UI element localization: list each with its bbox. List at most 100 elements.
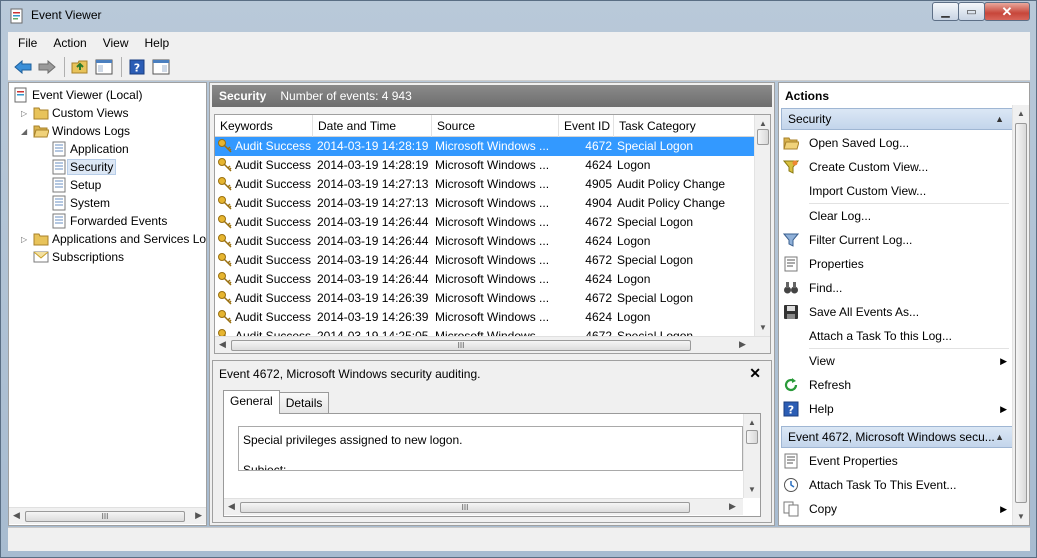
expander-icon[interactable]: ◢: [21, 127, 31, 136]
title-bar[interactable]: Event Viewer ▁ ▭ ✕: [1, 1, 1036, 31]
preview-close-icon[interactable]: ✕: [749, 365, 761, 382]
console-tree-icon: [95, 59, 113, 74]
action-event-properties[interactable]: Event Properties: [783, 450, 1011, 472]
table-row[interactable]: Audit Success 2014-03-19 14:26:39 Microsof…: [215, 308, 755, 327]
menu-view[interactable]: View: [95, 36, 137, 50]
tree-item-custom-views[interactable]: ▷ Custom Views: [21, 104, 128, 122]
action-save-all-events-as[interactable]: Save All Events As...: [783, 301, 1011, 323]
tree-item-forwarded-events[interactable]: Forwarded Events: [51, 212, 167, 230]
action-copy[interactable]: Copy ▶: [783, 498, 1011, 520]
description-horizontal-scrollbar[interactable]: ◀ III ▶: [224, 498, 743, 515]
grid-scroll-thumb[interactable]: [757, 129, 769, 145]
help-toolbar-button[interactable]: ?: [126, 56, 148, 78]
tree-root[interactable]: Event Viewer (Local): [13, 86, 143, 104]
tree-item-applications-and-services-lo[interactable]: ▷ Applications and Services Lo: [21, 230, 206, 248]
action-import-custom-view[interactable]: Import Custom View...: [783, 180, 1011, 202]
table-row[interactable]: Audit Success 2014-03-19 14:26:44 Microsof…: [215, 232, 755, 251]
expander-icon[interactable]: ▷: [21, 235, 31, 244]
table-row[interactable]: Audit Success 2014-03-19 14:27:13 Microsof…: [215, 175, 755, 194]
event-description[interactable]: Special privileges assigned to new logon…: [238, 426, 743, 471]
collapse-icon[interactable]: ▲: [995, 109, 1004, 129]
actions-vertical-scrollbar[interactable]: ▲ ▼: [1012, 105, 1029, 525]
action-attach-a-task-to-this-log[interactable]: Attach a Task To this Log...: [783, 325, 1011, 347]
grid-horizontal-scrollbar[interactable]: ◀ III ▶: [215, 336, 770, 353]
scroll-down-icon[interactable]: ▼: [1017, 512, 1025, 521]
scroll-left-icon[interactable]: ◀: [13, 510, 20, 521]
scroll-down-icon[interactable]: ▼: [759, 323, 767, 332]
tree-item-security[interactable]: Security: [51, 158, 117, 176]
scroll-right-icon[interactable]: ▶: [195, 510, 202, 521]
tab-general[interactable]: General: [223, 390, 280, 414]
column-header-source[interactable]: Source: [432, 115, 559, 137]
scroll-thumb[interactable]: III: [25, 511, 185, 522]
grid-hscroll-thumb[interactable]: III: [231, 340, 691, 351]
column-header-date[interactable]: Date and Time: [313, 115, 432, 137]
tree-item-subscriptions[interactable]: Subscriptions: [21, 248, 124, 266]
up-one-level-button[interactable]: [69, 56, 91, 78]
forward-button[interactable]: [36, 56, 58, 78]
description-vertical-scrollbar[interactable]: ▲ ▼: [743, 414, 760, 498]
collapse-icon[interactable]: ▲: [995, 427, 1004, 447]
tab-details[interactable]: Details: [278, 392, 330, 414]
grid-vertical-scrollbar[interactable]: ▲ ▼: [754, 115, 770, 336]
cell-keywords: Audit Success: [235, 310, 312, 324]
actions-scroll-thumb[interactable]: [1015, 123, 1027, 503]
menu-separator: [809, 348, 1009, 349]
tree-item-system[interactable]: System: [51, 194, 110, 212]
expander-icon[interactable]: ▷: [21, 109, 31, 118]
table-row[interactable]: Audit Success 2014-03-19 14:26:44 Microsof…: [215, 270, 755, 289]
column-header-task-category[interactable]: Task Category: [614, 115, 755, 137]
scroll-right-icon[interactable]: ▶: [739, 339, 746, 350]
table-row[interactable]: Audit Success 2014-03-19 14:27:13 Microsof…: [215, 194, 755, 213]
show-hide-tree-button[interactable]: [93, 56, 115, 78]
action-attach-task-to-this-event[interactable]: Attach Task To This Event...: [783, 474, 1011, 496]
close-button[interactable]: ✕: [984, 2, 1030, 21]
scroll-right-icon[interactable]: ▶: [729, 501, 736, 512]
table-row[interactable]: Audit Success 2014-03-19 14:26:44 Microsof…: [215, 213, 755, 232]
action-open-saved-log[interactable]: Open Saved Log...: [783, 132, 1011, 154]
scroll-left-icon[interactable]: ◀: [228, 501, 235, 512]
tree-item-application[interactable]: Application: [51, 140, 129, 158]
action-create-custom-view[interactable]: Create Custom View...: [782, 156, 1011, 178]
action-refresh[interactable]: Refresh: [783, 374, 1011, 396]
scroll-up-icon[interactable]: ▲: [748, 418, 756, 427]
menu-action[interactable]: Action: [45, 36, 94, 50]
tree-item-setup[interactable]: Setup: [51, 176, 101, 194]
action-clear-log[interactable]: Clear Log...: [783, 205, 1011, 227]
action-help[interactable]: ? Help ▶: [783, 398, 1011, 420]
column-header-keywords[interactable]: Keywords: [215, 115, 313, 137]
menu-help[interactable]: Help: [137, 36, 178, 50]
back-button[interactable]: [12, 56, 34, 78]
actions-section-header[interactable]: Security ▲: [781, 108, 1013, 130]
filter-icon: [782, 232, 800, 248]
desc-hscroll-thumb[interactable]: III: [240, 502, 690, 513]
action-find[interactable]: Find...: [783, 277, 1011, 299]
minimize-button[interactable]: ▁: [932, 2, 959, 21]
action-label: View: [809, 354, 835, 368]
desc-scroll-thumb[interactable]: [746, 430, 758, 444]
action-properties[interactable]: Properties: [783, 253, 1011, 275]
action-view[interactable]: View ▶: [783, 350, 1011, 372]
action-filter-current-log[interactable]: Filter Current Log...: [782, 229, 1011, 251]
table-row[interactable]: Audit Success 2014-03-19 14:28:19 Microsof…: [215, 137, 755, 156]
table-row[interactable]: Audit Success 2014-03-19 14:26:44 Microsof…: [215, 251, 755, 270]
action-label: Save All Events As...: [809, 305, 920, 319]
audit-key-icon: [217, 271, 233, 290]
menu-file[interactable]: File: [8, 36, 45, 50]
tree-item-windows-logs[interactable]: ◢ Windows Logs: [21, 122, 130, 140]
table-row[interactable]: Audit Success 2014-03-19 14:28:19 Microsof…: [215, 156, 755, 175]
tree-horizontal-scrollbar[interactable]: ◀ III ▶: [9, 507, 206, 524]
actions-section-header[interactable]: Event 4672, Microsoft Windows secu... ▲: [781, 426, 1013, 448]
scroll-up-icon[interactable]: ▲: [1017, 109, 1025, 118]
action-label: Clear Log...: [809, 209, 872, 223]
table-row[interactable]: Audit Success 2014-03-19 14:26:39 Microsof…: [215, 289, 755, 308]
column-header-event-id[interactable]: Event ID: [559, 115, 614, 137]
scroll-up-icon[interactable]: ▲: [759, 119, 767, 128]
folder-open-icon: [33, 123, 50, 139]
maximize-button[interactable]: ▭: [958, 2, 985, 21]
event-preview-pane: Event 4672, Microsoft Windows security a…: [212, 360, 772, 523]
blank-icon: [783, 208, 799, 224]
scroll-left-icon[interactable]: ◀: [219, 339, 226, 350]
show-hide-action-pane-button[interactable]: [150, 56, 172, 78]
scroll-down-icon[interactable]: ▼: [748, 485, 756, 494]
